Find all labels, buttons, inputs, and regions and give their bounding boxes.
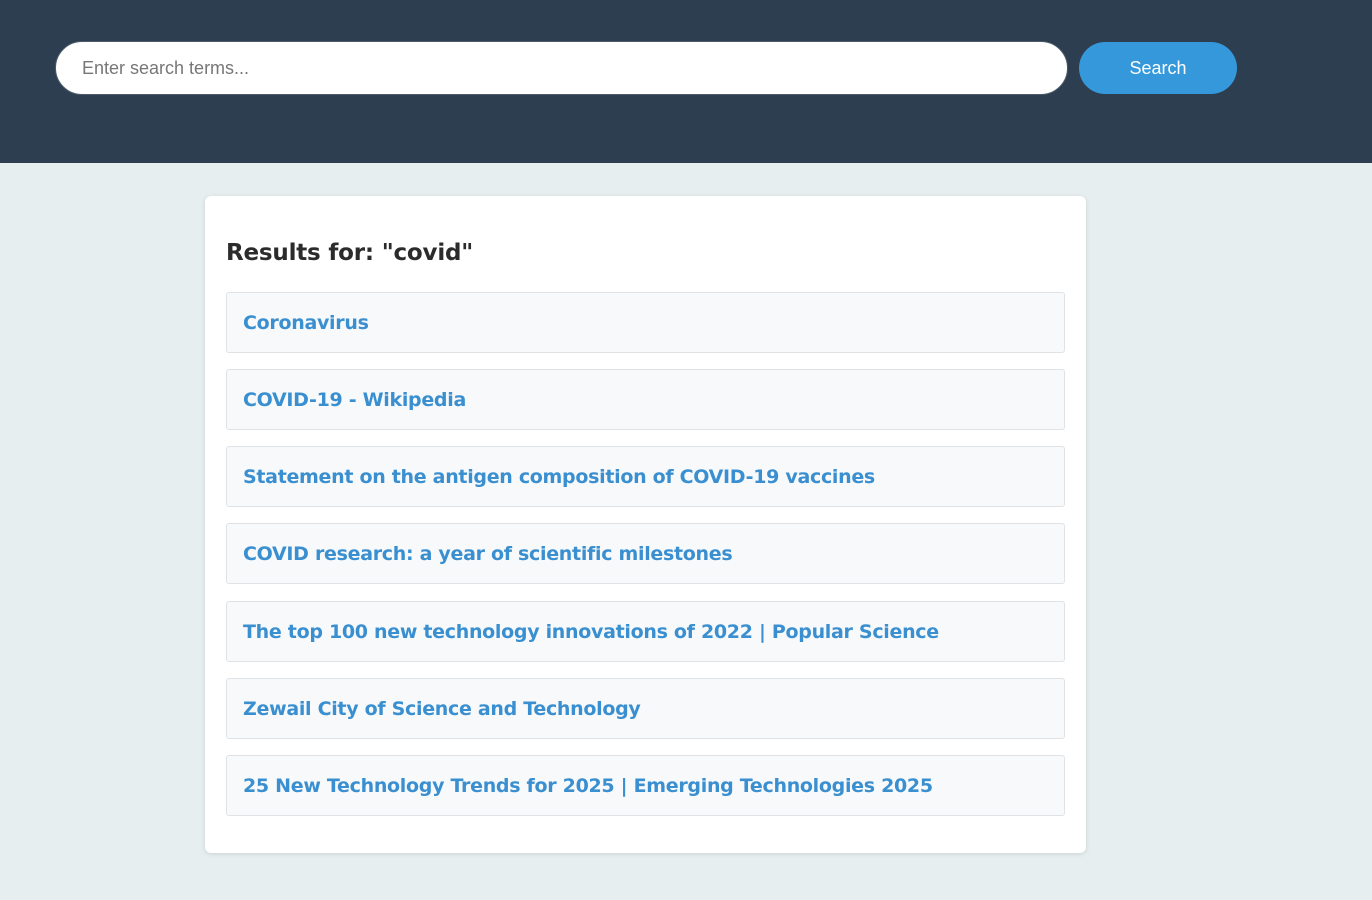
result-link[interactable]: 25 New Technology Trends for 2025 | Emer… bbox=[243, 775, 933, 797]
result-link[interactable]: Zewail City of Science and Technology bbox=[243, 698, 641, 720]
result-link[interactable]: Coronavirus bbox=[243, 312, 369, 334]
result-link[interactable]: Statement on the antigen composition of … bbox=[243, 466, 875, 488]
result-link[interactable]: The top 100 new technology innovations o… bbox=[243, 621, 939, 643]
search-header: Search bbox=[0, 0, 1372, 163]
result-link[interactable]: COVID-19 - Wikipedia bbox=[243, 389, 466, 411]
result-item[interactable]: COVID-19 - Wikipedia bbox=[226, 369, 1065, 430]
result-item[interactable]: Coronavirus bbox=[226, 292, 1065, 353]
results-card: Results for: "covid" Coronavirus COVID-1… bbox=[205, 196, 1086, 853]
result-item[interactable]: Statement on the antigen composition of … bbox=[226, 446, 1065, 507]
result-item[interactable]: COVID research: a year of scientific mil… bbox=[226, 523, 1065, 584]
result-item[interactable]: Zewail City of Science and Technology bbox=[226, 678, 1065, 739]
search-input[interactable] bbox=[55, 41, 1068, 95]
result-item[interactable]: 25 New Technology Trends for 2025 | Emer… bbox=[226, 755, 1065, 816]
result-item[interactable]: The top 100 new technology innovations o… bbox=[226, 601, 1065, 662]
result-link[interactable]: COVID research: a year of scientific mil… bbox=[243, 543, 733, 565]
results-heading: Results for: "covid" bbox=[226, 240, 474, 266]
search-button[interactable]: Search bbox=[1079, 42, 1237, 94]
